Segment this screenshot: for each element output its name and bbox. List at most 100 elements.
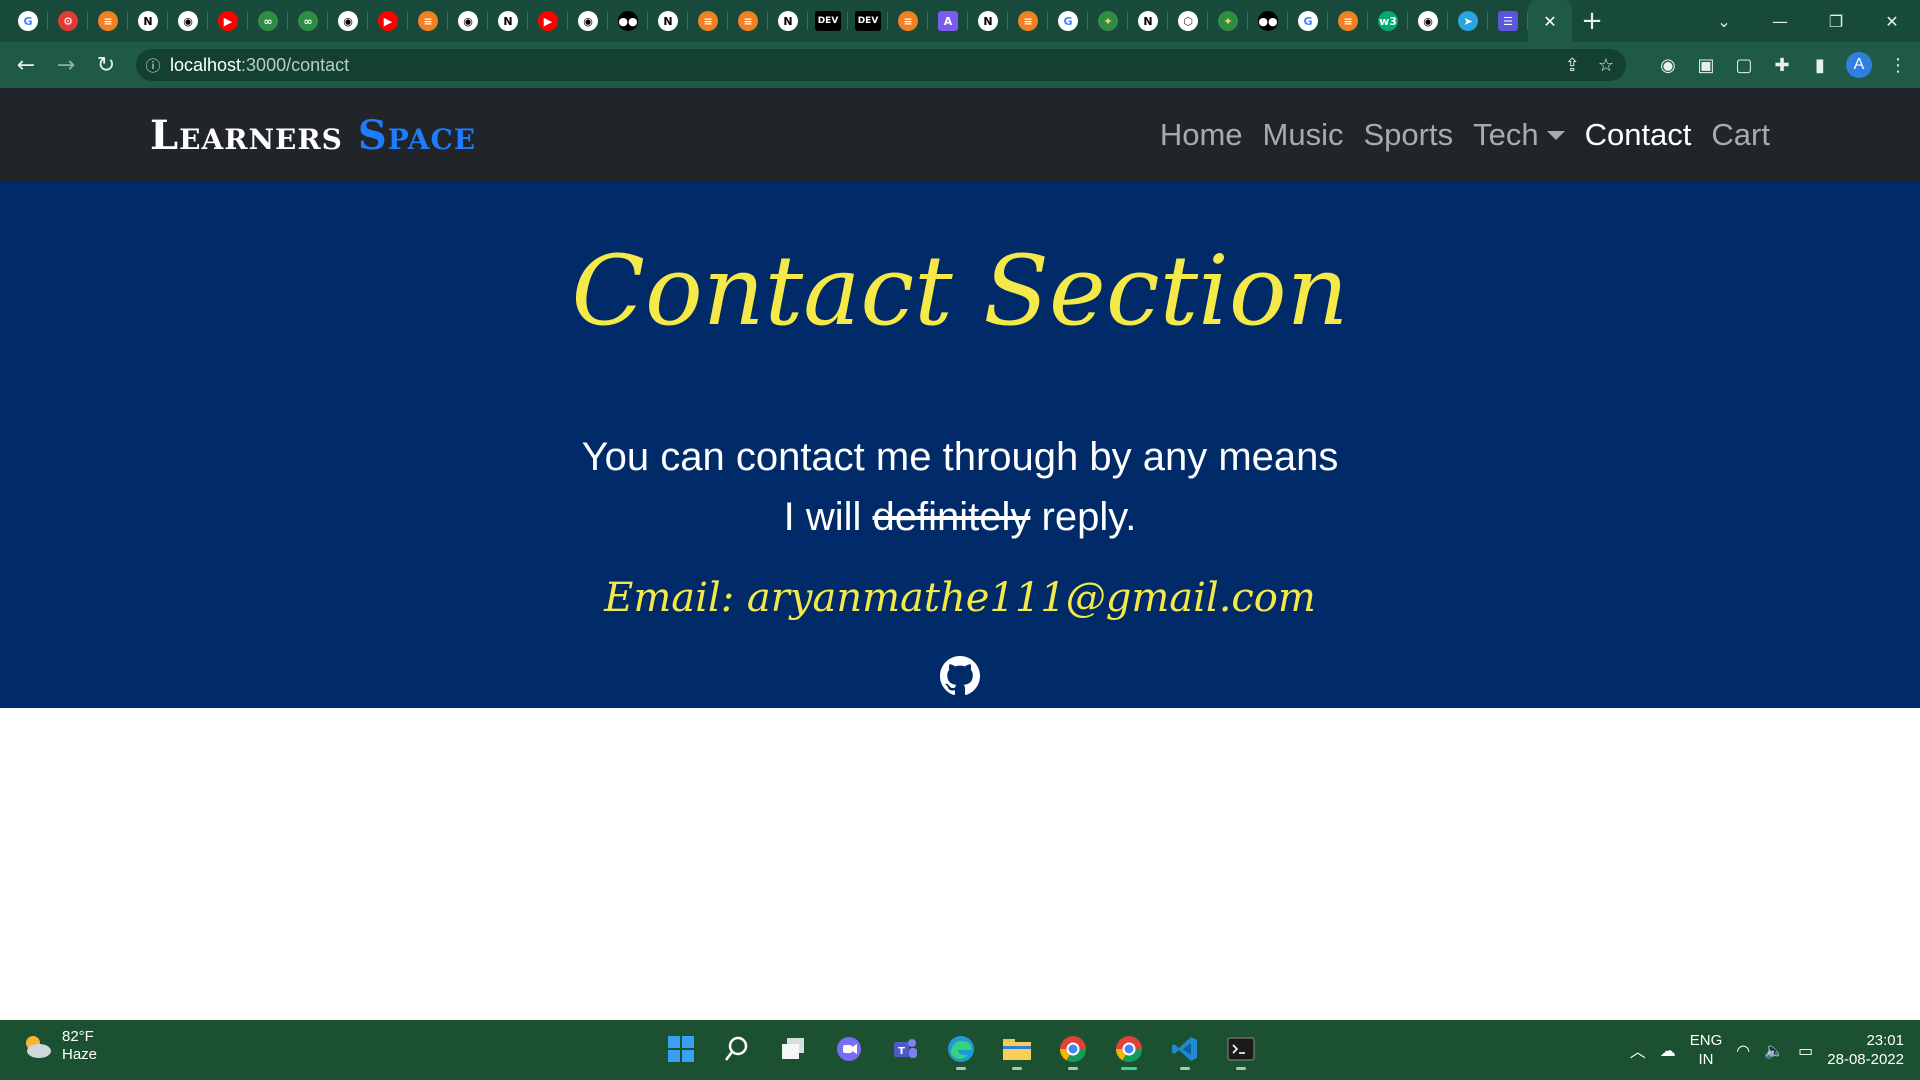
notion-icon: N: [778, 11, 798, 31]
nav-link-music[interactable]: Music: [1263, 115, 1344, 155]
terminal-icon[interactable]: [1220, 1026, 1262, 1072]
browser-tab[interactable]: ∞: [288, 0, 328, 42]
browser-tab[interactable]: ◉: [448, 0, 488, 42]
email-text[interactable]: Email: aryanmathe111@gmail.com: [0, 574, 1920, 622]
browser-tab[interactable]: ▶: [208, 0, 248, 42]
search-icon[interactable]: [716, 1026, 758, 1072]
site-navbar: Learners Space Home Music Sports Tech Co…: [0, 88, 1920, 181]
browser-tab[interactable]: ➤: [1448, 0, 1488, 42]
browser-tab[interactable]: ◉: [168, 0, 208, 42]
browser-tab[interactable]: ▶: [368, 0, 408, 42]
weather-widget[interactable]: 82°F Haze: [22, 1028, 97, 1064]
start-windows-icon[interactable]: [660, 1026, 702, 1072]
url-text[interactable]: localhost:3000/contact: [170, 55, 349, 76]
active-browser-tab[interactable]: ✕: [1528, 0, 1572, 42]
browser-tab[interactable]: G: [1048, 0, 1088, 42]
contact-hero: Contact Section You can contact me throu…: [0, 181, 1920, 708]
wifi-icon[interactable]: ◠: [1736, 1041, 1750, 1060]
forward-button[interactable]: →: [46, 45, 86, 85]
chat-icon[interactable]: [828, 1026, 870, 1072]
nav-dropdown-tech[interactable]: Tech: [1473, 115, 1565, 155]
extensions-puzzle-icon[interactable]: ✚: [1770, 53, 1794, 77]
extension-icon[interactable]: ▣: [1694, 53, 1718, 77]
browser-tab[interactable]: DEV: [808, 0, 848, 42]
browser-tab[interactable]: A: [928, 0, 968, 42]
browser-tab[interactable]: ≡: [728, 0, 768, 42]
chrome-profile-icon[interactable]: [1052, 1026, 1094, 1072]
window-controls: ⌄ — ❐ ✕: [1696, 0, 1920, 42]
browser-tab[interactable]: N: [1128, 0, 1168, 42]
browser-tab[interactable]: ◉: [1408, 0, 1448, 42]
teams-icon[interactable]: T: [884, 1026, 926, 1072]
browser-tab[interactable]: G: [1288, 0, 1328, 42]
notion-icon: N: [498, 11, 518, 31]
browser-tab[interactable]: ≡: [88, 0, 128, 42]
file-explorer-icon[interactable]: [996, 1026, 1038, 1072]
tab-list: G ⚙ ≡ N ◉ ▶ ∞ ∞ ◉ ▶ ≡ ◉ N ▶ ◉ ●● N ≡ ≡ N DEV DEV ≡ A N ≡ G ✦ N ⬡ ✦ ●● G ≡…: [0, 0, 1612, 42]
profile-avatar[interactable]: A: [1846, 52, 1872, 78]
nav-link-contact[interactable]: Contact: [1585, 115, 1692, 155]
chrome-browser-icon[interactable]: [1108, 1026, 1150, 1072]
onedrive-cloud-icon[interactable]: ☁: [1660, 1041, 1676, 1060]
dev-icon: DEV: [855, 11, 881, 31]
browser-tab[interactable]: ≡: [408, 0, 448, 42]
browser-tab[interactable]: ▶: [528, 0, 568, 42]
browser-tab[interactable]: N: [968, 0, 1008, 42]
browser-tab[interactable]: ●●: [1248, 0, 1288, 42]
browser-tab[interactable]: N: [768, 0, 808, 42]
svg-text:T: T: [898, 1046, 905, 1057]
browser-tab[interactable]: ●●: [608, 0, 648, 42]
browser-tab[interactable]: DEV: [848, 0, 888, 42]
browser-tab[interactable]: ∞: [248, 0, 288, 42]
side-panel-icon[interactable]: ▮: [1808, 53, 1832, 77]
clock[interactable]: 23:01 28-08-2022: [1827, 1031, 1904, 1069]
browser-tab[interactable]: w3: [1368, 0, 1408, 42]
google-icon: G: [18, 11, 38, 31]
new-tab-button[interactable]: +: [1572, 0, 1612, 42]
github-icon[interactable]: [940, 656, 980, 696]
cube-icon: ⬡: [1178, 11, 1198, 31]
extension-icon[interactable]: ▢: [1732, 53, 1756, 77]
browser-tab[interactable]: ✦: [1208, 0, 1248, 42]
close-tab-icon[interactable]: ✕: [1543, 12, 1556, 31]
browser-tab[interactable]: ☰: [1488, 0, 1528, 42]
browser-tab[interactable]: ≡: [1328, 0, 1368, 42]
browser-tab[interactable]: N: [488, 0, 528, 42]
brand-logo[interactable]: Learners Space: [150, 114, 476, 158]
nav-link-cart[interactable]: Cart: [1711, 115, 1770, 155]
browser-tab[interactable]: ≡: [1008, 0, 1048, 42]
task-view-icon[interactable]: [772, 1026, 814, 1072]
browser-tab[interactable]: ≡: [688, 0, 728, 42]
browser-tab[interactable]: G: [8, 0, 48, 42]
reload-button[interactable]: ↻: [86, 45, 126, 85]
language-indicator[interactable]: ENG IN: [1690, 1031, 1723, 1069]
browser-tab[interactable]: N: [648, 0, 688, 42]
nav-link-sports[interactable]: Sports: [1363, 115, 1453, 155]
github-icon: ◉: [338, 11, 358, 31]
w3schools-icon: w3: [1378, 11, 1398, 31]
site-info-icon[interactable]: ⓘ: [136, 49, 170, 81]
battery-icon[interactable]: ▭: [1798, 1041, 1813, 1060]
share-icon[interactable]: ⇪: [1565, 55, 1580, 76]
bookmark-star-icon[interactable]: ☆: [1598, 55, 1614, 76]
nav-link-home[interactable]: Home: [1160, 115, 1243, 155]
browser-tab[interactable]: ◉: [568, 0, 608, 42]
show-hidden-icons-chevron-icon[interactable]: ︿: [1630, 1038, 1646, 1062]
browser-tab[interactable]: ≡: [888, 0, 928, 42]
tab-search-chevron-icon[interactable]: ⌄: [1696, 0, 1752, 42]
browser-menu-icon[interactable]: ⋮: [1886, 53, 1910, 77]
browser-tab[interactable]: ✦: [1088, 0, 1128, 42]
extension-icon[interactable]: ◉: [1656, 53, 1680, 77]
restore-button[interactable]: ❐: [1808, 0, 1864, 42]
back-button[interactable]: ←: [6, 45, 46, 85]
browser-tab[interactable]: N: [128, 0, 168, 42]
edge-browser-icon[interactable]: [940, 1026, 982, 1072]
close-window-button[interactable]: ✕: [1864, 0, 1920, 42]
browser-tab[interactable]: ⬡: [1168, 0, 1208, 42]
volume-icon[interactable]: 🔈: [1764, 1041, 1784, 1060]
browser-tab[interactable]: ⚙: [48, 0, 88, 42]
minimize-button[interactable]: —: [1752, 0, 1808, 42]
vscode-icon[interactable]: [1164, 1026, 1206, 1072]
browser-tab[interactable]: ◉: [328, 0, 368, 42]
address-bar[interactable]: ⓘ localhost:3000/contact ⇪ ☆: [136, 49, 1626, 81]
